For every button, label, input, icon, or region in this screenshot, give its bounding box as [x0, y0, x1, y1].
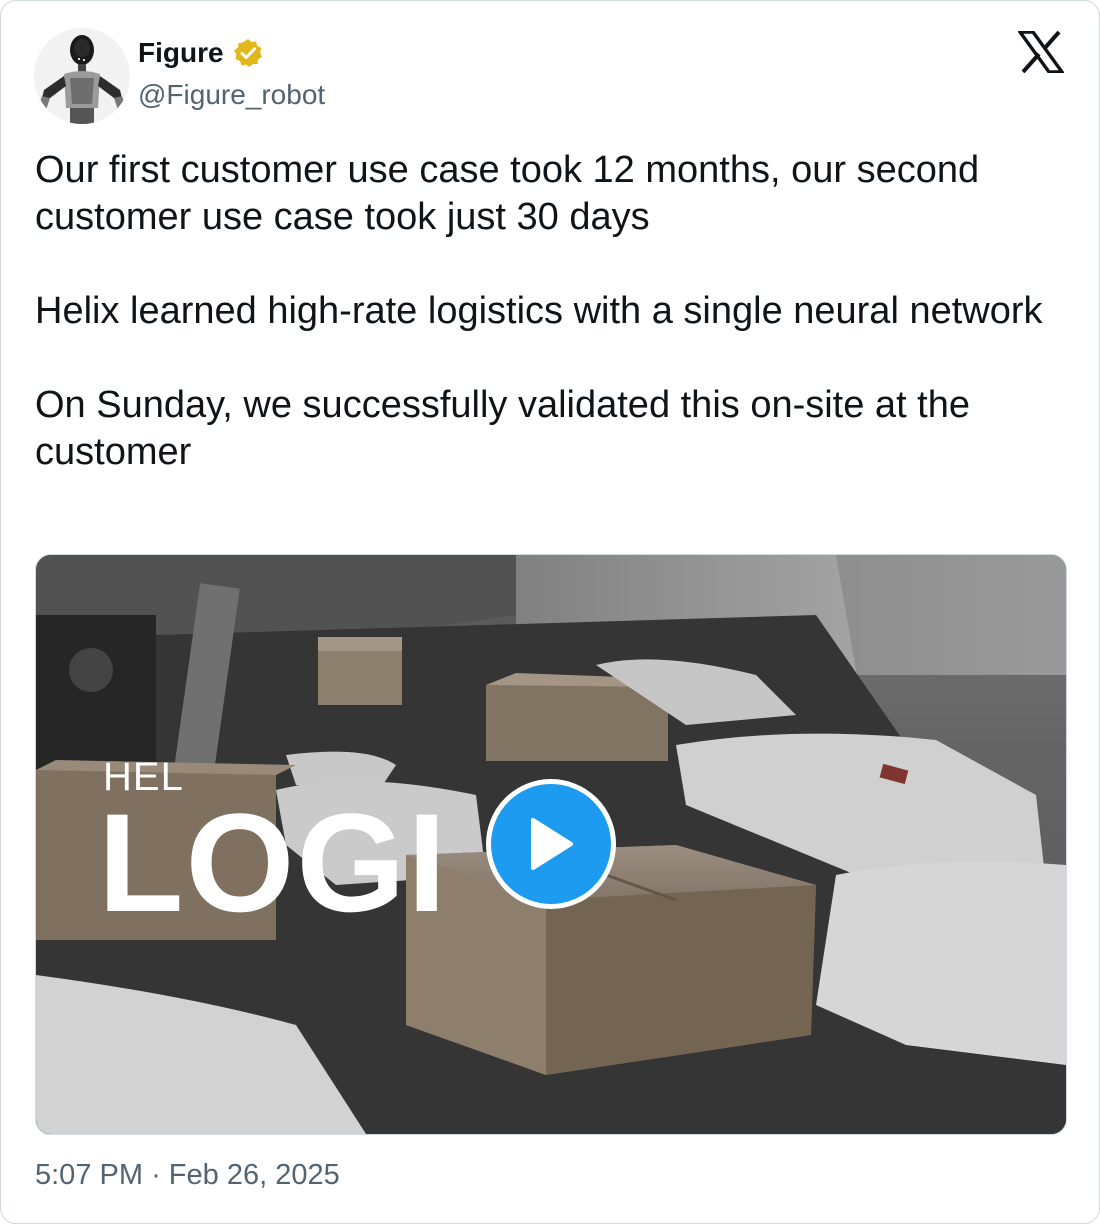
video-media[interactable]: HEL LOGI [35, 554, 1067, 1135]
author-name-row[interactable]: Figure [138, 35, 264, 71]
robot-avatar-icon [34, 28, 130, 124]
tweet-timestamp[interactable]: 5:07 PM · Feb 26, 2025 [35, 1159, 340, 1192]
author-display-name[interactable]: Figure [138, 37, 224, 69]
timestamp-separator: · [151, 1159, 161, 1191]
tweet-date: Feb 26, 2025 [168, 1159, 340, 1191]
tweet-paragraph: Helix learned high-rate logistics with a… [35, 290, 1043, 332]
tweet-paragraph: Our first customer use case took 12 mont… [35, 149, 980, 238]
author-handle[interactable]: @Figure_robot [138, 79, 325, 111]
play-icon [531, 818, 573, 870]
play-button[interactable] [486, 779, 616, 909]
x-logo-icon[interactable] [1016, 30, 1066, 74]
verified-badge-icon [232, 37, 264, 69]
tweet-paragraph: On Sunday, we successfully validated thi… [35, 384, 971, 473]
tweet-time: 5:07 PM [35, 1159, 143, 1191]
video-overlay-title-large: LOGI [98, 784, 449, 941]
tweet-text: Our first customer use case took 12 mont… [35, 147, 1065, 476]
author-avatar[interactable] [34, 28, 130, 124]
tweet-card: Figure @Figure_robot Our first customer … [0, 0, 1100, 1224]
